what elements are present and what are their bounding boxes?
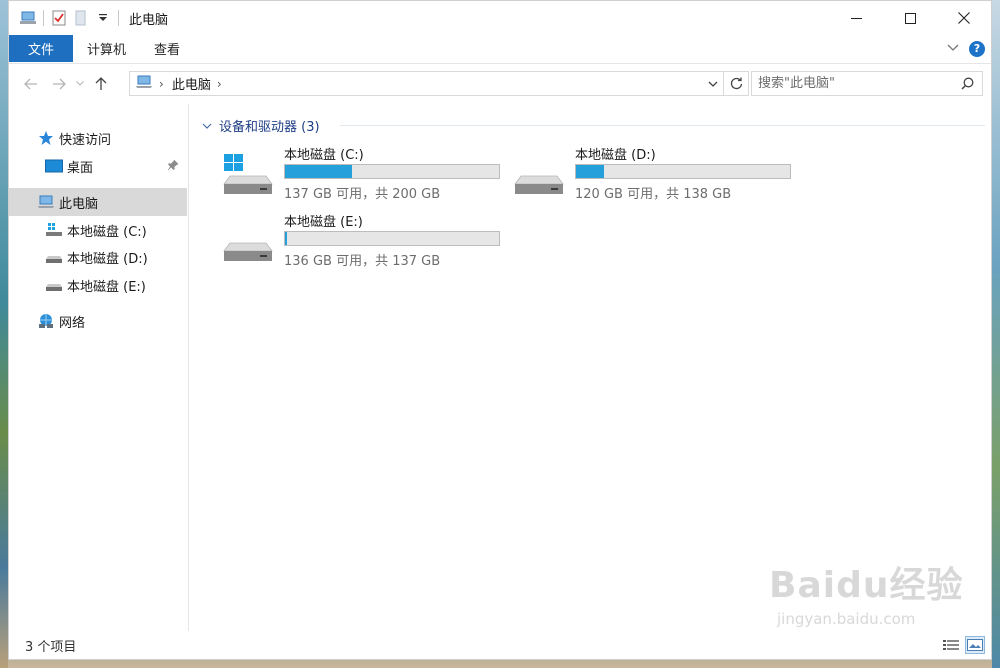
drive-free-space: 136 GB 可用，共 137 GB (284, 254, 441, 269)
sidebar-item-label: 网络 (59, 315, 86, 331)
sidebar-item-label: 本地磁盘 (D:) (67, 251, 148, 267)
sidebar-item-label: 此电脑 (59, 196, 99, 212)
computer-icon[interactable] (17, 1, 39, 35)
search-icon[interactable] (961, 77, 974, 94)
toolbar-divider (43, 10, 44, 26)
group-header-devices[interactable]: 设备和驱动器 (3) (202, 116, 320, 135)
address-history-dropdown-icon[interactable] (703, 81, 723, 87)
drive-icon (45, 276, 63, 294)
drive-tile-e[interactable]: 本地磁盘 (E:) 136 GB 可用，共 137 GB (200, 211, 500, 273)
drive-usage-fill (576, 165, 604, 178)
item-count: 3 个项目 (25, 639, 77, 655)
search-input[interactable] (758, 73, 958, 94)
file-explorer-window: 此电脑 文件 计算机 查看 ? › 此电脑 › 搜索"此电脑" 快速访问 桌面 … (8, 0, 992, 660)
title-bar: 此电脑 (9, 1, 991, 35)
up-button[interactable] (87, 70, 115, 98)
properties-icon[interactable] (48, 1, 70, 35)
breadcrumb-chevron-icon[interactable]: › (159, 77, 164, 91)
desktop-background-right (992, 0, 1000, 668)
expand-ribbon-chevron-icon[interactable] (947, 41, 959, 56)
tab-file[interactable]: 文件 (9, 35, 73, 62)
computer-icon (135, 75, 153, 93)
breadcrumb-this-pc[interactable]: 此电脑 (172, 74, 211, 93)
drive-icon (222, 219, 274, 265)
address-bar[interactable]: › 此电脑 › (129, 71, 749, 96)
close-button[interactable] (937, 1, 991, 35)
sidebar-item-label: 本地磁盘 (C:) (67, 224, 147, 240)
sidebar-item-drive-e[interactable]: 本地磁盘 (E:) (9, 271, 187, 299)
ribbon-tabs: 文件 计算机 查看 ? (9, 35, 991, 62)
drive-name: 本地磁盘 (D:) (575, 148, 656, 163)
drive-free-space: 137 GB 可用，共 200 GB (284, 187, 441, 202)
sidebar-item-drive-c[interactable]: 本地磁盘 (C:) (9, 216, 187, 244)
drive-icon (45, 248, 63, 266)
pin-icon[interactable] (167, 159, 179, 175)
drive-name: 本地磁盘 (E:) (284, 215, 363, 230)
windows-drive-icon (222, 152, 274, 198)
network-icon (37, 312, 55, 330)
sidebar-item-quick-access[interactable]: 快速访问 (9, 124, 187, 152)
drive-free-space: 120 GB 可用，共 138 GB (575, 187, 732, 202)
back-button[interactable] (17, 70, 45, 98)
drive-name: 本地磁盘 (C:) (284, 148, 364, 163)
content-pane: 设备和驱动器 (3) 本地磁盘 (C:) 137 GB 可用，共 200 GB (190, 104, 990, 631)
navigation-pane: 快速访问 桌面 此电脑 本地磁盘 (C:) 本地磁盘 (D:) 本地磁盘 (E:… (9, 104, 189, 631)
customize-toolbar-dropdown-icon[interactable] (92, 1, 114, 35)
desktop-folder-icon (45, 157, 63, 175)
drive-usage-bar (284, 231, 500, 246)
tab-view[interactable]: 查看 (140, 35, 194, 62)
drive-icon (513, 152, 565, 198)
sidebar-item-this-pc[interactable]: 此电脑 (9, 188, 187, 216)
status-bar: 3 个项目 (9, 631, 991, 659)
view-toggle (941, 636, 985, 654)
sidebar-item-network[interactable]: 网络 (9, 307, 187, 335)
navigation-bar: › 此电脑 › (9, 63, 991, 103)
window-title: 此电脑 (129, 12, 169, 28)
window-controls (829, 1, 991, 35)
drive-usage-fill (285, 165, 353, 178)
refresh-icon[interactable] (724, 77, 748, 90)
tab-computer[interactable]: 计算机 (73, 35, 140, 62)
drive-tile-c[interactable]: 本地磁盘 (C:) 137 GB 可用，共 200 GB (200, 144, 500, 206)
maximize-button[interactable] (883, 1, 937, 35)
sidebar-item-drive-d[interactable]: 本地磁盘 (D:) (9, 243, 187, 271)
forward-button[interactable] (45, 70, 73, 98)
drive-usage-bar (575, 164, 791, 179)
recent-locations-chevron-icon[interactable] (73, 70, 87, 98)
ribbon-right-controls: ? (947, 35, 991, 62)
windows-drive-icon (45, 221, 63, 239)
new-folder-icon[interactable] (70, 1, 92, 35)
drive-tile-d[interactable]: 本地磁盘 (D:) 120 GB 可用，共 138 GB (491, 144, 791, 206)
sidebar-item-label: 桌面 (67, 160, 94, 176)
details-view-icon[interactable] (941, 636, 961, 654)
quick-access-toolbar (9, 1, 123, 35)
help-icon[interactable]: ? (969, 40, 985, 57)
large-icons-view-icon[interactable] (965, 636, 985, 654)
computer-icon (37, 193, 55, 211)
address-bar-controls (703, 72, 748, 95)
desktop-background-left (0, 0, 8, 668)
group-header-label: 设备和驱动器 (3) (219, 119, 320, 135)
toolbar-divider (118, 10, 119, 26)
search-box[interactable] (751, 71, 983, 96)
sidebar-item-label: 本地磁盘 (E:) (67, 279, 146, 295)
sidebar-item-label: 快速访问 (59, 132, 112, 148)
sidebar-item-desktop[interactable]: 桌面 (9, 152, 187, 180)
group-divider (340, 125, 985, 126)
star-icon (37, 129, 55, 147)
drive-usage-fill (285, 232, 288, 245)
minimize-button[interactable] (829, 1, 883, 35)
drive-usage-bar (284, 164, 500, 179)
collapse-chevron-icon[interactable] (202, 118, 212, 133)
breadcrumb-chevron-icon[interactable]: › (217, 77, 222, 91)
